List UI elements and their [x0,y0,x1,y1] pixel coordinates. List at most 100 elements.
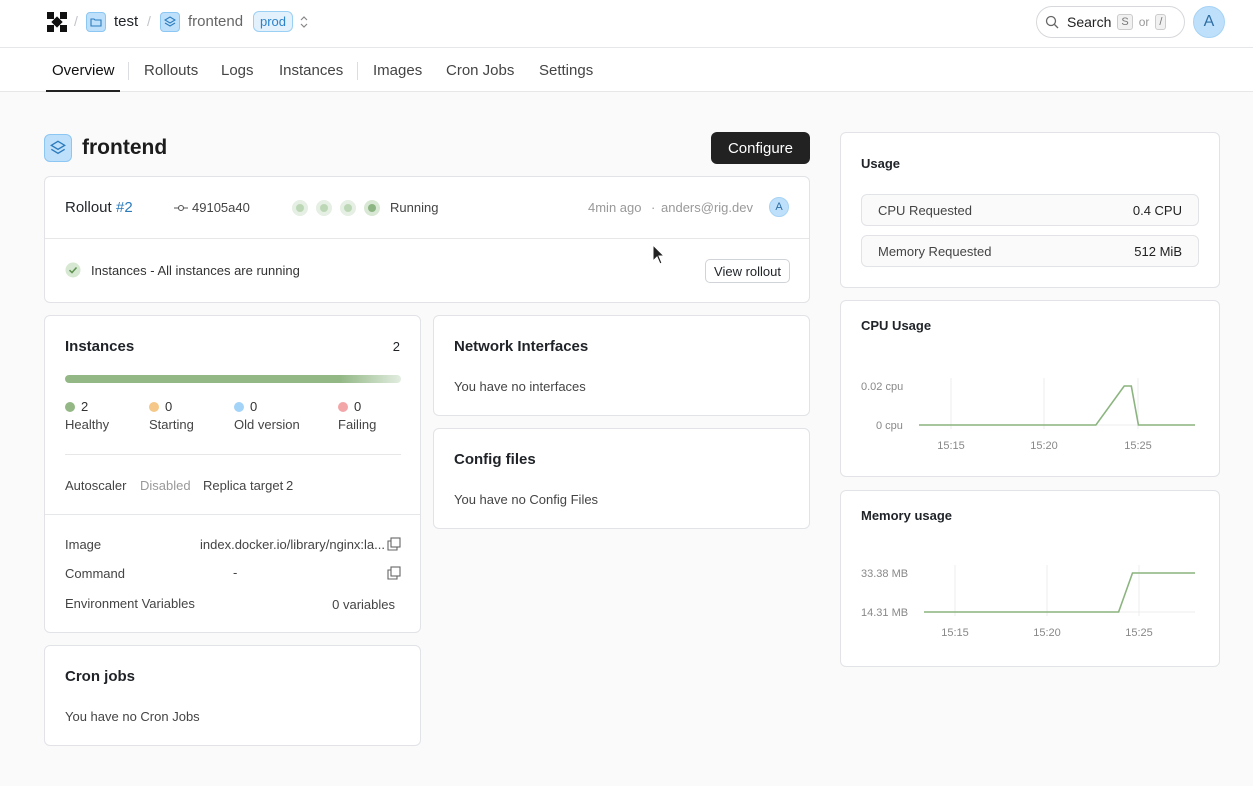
configure-button[interactable]: Configure [711,132,810,164]
x-tick-label: 15:25 [1125,627,1153,639]
autoscaler-value: Disabled [140,478,191,493]
user-avatar[interactable]: A [1193,6,1225,38]
replica-target-label: Replica target [203,478,284,493]
breadcrumb-separator: / [147,13,151,29]
memory-requested-row: Memory Requested 512 MiB [861,235,1199,267]
rollout-number-link[interactable]: #2 [116,199,133,216]
instances-title: Instances [65,338,135,355]
check-circle-icon [65,262,81,278]
x-tick-label: 15:20 [1030,440,1058,452]
series-line [924,572,1195,613]
x-tick-label: 15:20 [1033,627,1061,639]
network-interfaces-empty: You have no interfaces [454,379,586,394]
starting-count: 0 [165,399,173,414]
rollout-time: 4min ago [588,200,642,215]
legend-old-version: 0 [234,399,257,414]
breadcrumb-service[interactable]: frontend [188,13,243,30]
page-title: frontend [82,136,168,159]
x-tick-label: 15:15 [937,440,965,452]
search-shortcut-s: S [1117,14,1133,30]
instances-card: Instances 2 2 Healthy 0 Starting 0 Old v… [44,315,421,633]
rollout-card: Rollout #2 49105a40 Running 4min ago · a… [44,176,810,303]
rollout-step-dot [292,200,308,216]
mouse-cursor-icon [652,244,666,265]
divider [65,454,401,455]
breadcrumb-project[interactable]: test [114,13,138,30]
search-button[interactable]: Search S or / [1036,6,1185,38]
config-files-card: Config files You have no Config Files [433,428,810,529]
autoscaler-label: Autoscaler [65,478,127,493]
network-interfaces-card: Network Interfaces You have no interface… [433,315,810,416]
active-tab-indicator [46,90,120,92]
cpu-requested-value: 0.4 CPU [1132,202,1182,218]
tab-logs[interactable]: Logs [221,62,254,79]
rollout-status: Running [390,200,439,215]
command-label: Command [65,566,125,581]
memory-requested-value: 512 MiB [1134,243,1182,259]
legend-failing: 0 [338,399,361,414]
x-tick-label: 15:15 [941,627,969,639]
legend-healthy-label: Healthy [65,417,110,432]
healthy-count: 2 [81,399,89,414]
capsule-icon [44,134,72,162]
legend-starting: 0 [149,399,172,414]
search-or-text: or [1138,15,1150,29]
commit-hash[interactable]: 49105a40 [192,200,250,215]
legend-starting-label: Starting [149,417,194,432]
tab-rollouts[interactable]: Rollouts [144,62,198,79]
y-tick-label: 0.02 cpu [861,381,903,393]
rig-logo[interactable] [47,12,67,32]
memory-usage-chart: 15:15 15:20 15:25 33.38 MB 14.31 MB [861,565,1195,639]
rollout-step-dot [316,200,332,216]
environment-badge[interactable]: prod [253,11,294,32]
usage-card: Usage CPU Requested 0.4 CPU Memory Reque… [840,132,1220,288]
cron-jobs-card: Cron jobs You have no Cron Jobs [44,645,421,746]
cpu-usage-chart: 15:15 15:20 15:25 0.02 cpu 0 cpu [861,378,1195,452]
copy-icon[interactable] [387,537,401,551]
divider [45,514,420,515]
replica-target-value: 2 [286,478,294,493]
env-vars-value[interactable]: 0 variables [332,597,395,612]
config-files-title: Config files [454,451,536,468]
meta-separator: · [651,200,656,215]
image-value: index.docker.io/library/nginx:la... [200,537,385,552]
legend-healthy: 2 [65,399,88,414]
tab-instances[interactable]: Instances [279,62,343,79]
rollout-step-dot [340,200,356,216]
usage-title: Usage [861,156,901,171]
rollout-author: anders@rig.dev [661,200,753,215]
tab-bar: Overview Rollouts Logs Instances Images … [0,47,1253,92]
command-value: - [233,565,238,580]
old-version-count: 0 [250,399,258,414]
instances-count: 2 [392,339,400,354]
failing-dot [338,402,348,412]
view-rollout-button[interactable]: View rollout [705,259,790,283]
y-tick-label: 33.38 MB [861,568,908,580]
tab-overview[interactable]: Overview [52,62,115,79]
cpu-usage-card: CPU Usage 15:15 15:20 15:25 0.02 cpu 0 cpu [840,300,1220,477]
network-interfaces-title: Network Interfaces [454,338,589,355]
image-label: Image [65,537,102,552]
instances-status-message: Instances - All instances are running [91,263,300,278]
search-shortcut-slash: / [1155,14,1167,30]
tab-images[interactable]: Images [373,62,422,79]
old-version-dot [234,402,244,412]
cron-jobs-title: Cron jobs [65,668,135,685]
tab-settings[interactable]: Settings [539,62,593,79]
capsule-icon [160,12,180,32]
y-tick-label: 14.31 MB [861,607,908,619]
top-bar: / test / frontend prod Search S or / A [0,0,1253,47]
series-line [919,385,1195,426]
chevron-up-down-icon[interactable] [299,14,309,30]
rollout-step-dot-active [364,200,380,216]
copy-icon[interactable] [387,566,401,580]
commit-icon [174,204,188,212]
cpu-requested-label: CPU Requested [878,202,972,218]
legend-failing-label: Failing [338,417,377,432]
tab-divider [128,62,129,80]
rollout-label: Rollout [65,199,112,216]
tab-cron-jobs[interactable]: Cron Jobs [446,62,514,79]
x-tick-label: 15:25 [1124,440,1152,452]
failing-count: 0 [354,399,362,414]
breadcrumb-separator: / [74,13,78,29]
